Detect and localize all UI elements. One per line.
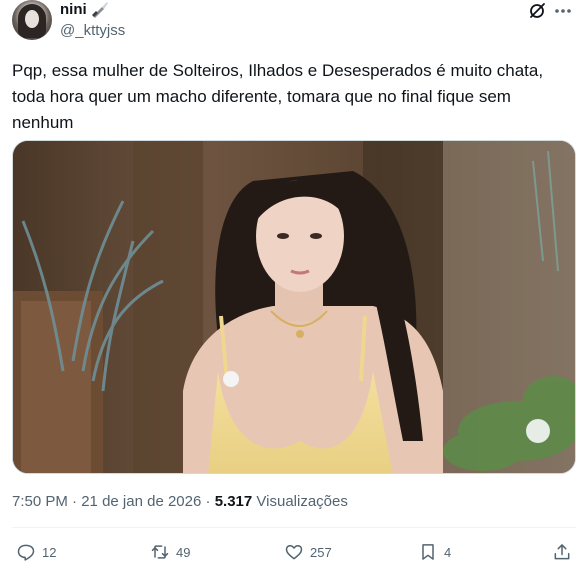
grok-icon[interactable] bbox=[528, 2, 546, 20]
reply-icon bbox=[17, 544, 35, 561]
tweet-date[interactable]: 21 de jan de 2026 bbox=[81, 493, 201, 510]
repost-button[interactable]: 49 bbox=[150, 542, 190, 562]
author-handle[interactable]: @_kttyjss bbox=[60, 22, 125, 39]
share-icon bbox=[554, 544, 570, 560]
bookmark-icon bbox=[422, 544, 434, 560]
repost-icon bbox=[151, 545, 169, 559]
display-name[interactable]: nini bbox=[60, 1, 87, 18]
reply-button[interactable]: 12 bbox=[16, 542, 56, 562]
views-label: Visualizações bbox=[256, 493, 348, 510]
avatar-face bbox=[25, 10, 39, 28]
meta-separator: · bbox=[205, 493, 211, 510]
tweet-text: Pqp, essa mulher de Solteiros, Ilhados e… bbox=[12, 61, 544, 132]
tweet-card: nini @_kttyjss Pqp, essa mulher de Solte… bbox=[0, 0, 587, 578]
author-name-row[interactable]: nini bbox=[60, 1, 109, 18]
bookmark-count: 4 bbox=[444, 544, 452, 560]
divider bbox=[12, 527, 576, 528]
more-options-icon[interactable] bbox=[552, 2, 574, 20]
avatar[interactable] bbox=[12, 0, 52, 40]
like-count: 257 bbox=[310, 544, 332, 560]
repost-count: 49 bbox=[176, 544, 191, 560]
heart-icon bbox=[285, 545, 303, 560]
photo-image bbox=[13, 141, 575, 473]
like-button[interactable]: 257 bbox=[284, 542, 332, 562]
reply-count: 12 bbox=[42, 544, 57, 560]
share-button[interactable] bbox=[552, 542, 572, 562]
views-count: 5.317 bbox=[214, 493, 253, 510]
meta-separator: · bbox=[72, 493, 78, 510]
tweet-media-photo[interactable] bbox=[12, 140, 576, 474]
knife-icon bbox=[91, 1, 109, 18]
tweet-time[interactable]: 7:50 PM bbox=[12, 493, 68, 510]
bookmark-button[interactable]: 4 bbox=[418, 542, 451, 562]
tweet-meta: 7:50 PM · 21 de jan de 2026 · 5.317 Visu… bbox=[12, 493, 348, 510]
